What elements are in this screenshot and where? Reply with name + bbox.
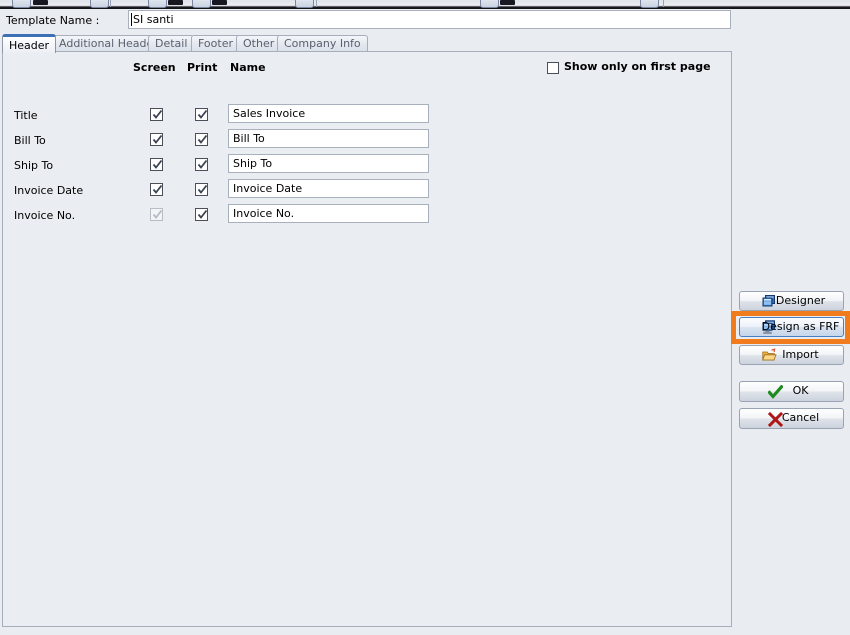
toolbar-separator bbox=[316, 0, 317, 7]
check-tick-icon bbox=[152, 208, 163, 221]
row-label-ship-to: Ship To bbox=[14, 159, 53, 172]
tab-footer[interactable]: Footer bbox=[191, 35, 240, 52]
show-only-first-page-label: Show only on first page bbox=[564, 60, 711, 73]
toolbar-separator bbox=[110, 0, 111, 7]
template-name-input[interactable] bbox=[128, 10, 731, 29]
check-tick-icon bbox=[152, 133, 163, 146]
toolbar-separator bbox=[663, 0, 664, 7]
name-input-ship-to[interactable] bbox=[228, 154, 429, 173]
check-tick-icon bbox=[152, 108, 163, 121]
toolbar-icon[interactable] bbox=[480, 0, 499, 8]
text-caret bbox=[131, 13, 132, 26]
column-header-print: Print bbox=[187, 61, 217, 74]
print-checkbox-invoice-no[interactable] bbox=[195, 208, 208, 221]
toolbar-icon[interactable] bbox=[12, 0, 31, 8]
table-row: Invoice Date bbox=[0, 179, 730, 204]
screen-checkbox-invoice-no bbox=[150, 208, 163, 221]
print-checkbox-invoice-date[interactable] bbox=[195, 183, 208, 196]
design-as-frf-button-label: Design as FRF bbox=[740, 318, 845, 336]
screen-checkbox-title[interactable] bbox=[150, 108, 163, 121]
template-name-label: Template Name : bbox=[6, 14, 99, 27]
toolbar-icon[interactable] bbox=[90, 0, 109, 8]
designer-button[interactable]: Designer bbox=[739, 291, 844, 311]
import-button-label: Import bbox=[740, 346, 845, 364]
row-label-title: Title bbox=[14, 109, 38, 122]
name-input-title[interactable] bbox=[228, 104, 429, 123]
toolbar-icon-shadow bbox=[168, 0, 183, 5]
designer-button-label: Designer bbox=[740, 292, 845, 310]
screen-checkbox-bill-to[interactable] bbox=[150, 133, 163, 146]
template-name-row: Template Name : bbox=[0, 9, 850, 32]
toolbar-icon[interactable] bbox=[148, 0, 167, 8]
print-checkbox-ship-to[interactable] bbox=[195, 158, 208, 171]
tab-header[interactable]: Header bbox=[2, 34, 56, 53]
tab-detail[interactable]: Detail bbox=[148, 35, 194, 52]
screen-checkbox-invoice-date[interactable] bbox=[150, 183, 163, 196]
table-row: Bill To bbox=[0, 129, 730, 154]
row-label-invoice-date: Invoice Date bbox=[14, 184, 83, 197]
cancel-button[interactable]: Cancel bbox=[739, 408, 844, 429]
check-tick-icon bbox=[152, 183, 163, 196]
check-tick-icon bbox=[152, 158, 163, 171]
tab-strip: Header Additional Header Detail Footer O… bbox=[2, 34, 734, 52]
name-input-bill-to[interactable] bbox=[228, 129, 429, 148]
row-label-invoice-no: Invoice No. bbox=[14, 209, 75, 222]
ok-button-label: OK bbox=[740, 382, 845, 400]
check-tick-icon bbox=[197, 108, 208, 121]
row-label-bill-to: Bill To bbox=[14, 134, 46, 147]
import-button[interactable]: Import bbox=[739, 345, 844, 365]
toolbar-icon[interactable] bbox=[295, 0, 314, 8]
check-tick-icon bbox=[197, 158, 208, 171]
table-row: Title bbox=[0, 104, 730, 129]
toolbar-icon-shadow bbox=[33, 0, 48, 5]
table-row: Ship To bbox=[0, 154, 730, 179]
column-header-name: Name bbox=[230, 61, 266, 74]
cropped-toolbar bbox=[0, 0, 850, 9]
toolbar-icon[interactable] bbox=[640, 0, 659, 8]
show-only-first-page-checkbox[interactable] bbox=[547, 62, 559, 74]
tab-other[interactable]: Other bbox=[236, 35, 281, 52]
cancel-button-label: Cancel bbox=[740, 409, 845, 427]
check-tick-icon bbox=[197, 183, 208, 196]
table-row: Invoice No. bbox=[0, 204, 730, 229]
name-input-invoice-no[interactable] bbox=[228, 204, 429, 223]
name-input-invoice-date[interactable] bbox=[228, 179, 429, 198]
toolbar-icon-shadow bbox=[500, 0, 515, 5]
design-as-frf-button[interactable]: Design as FRF bbox=[739, 317, 844, 337]
screen-checkbox-ship-to[interactable] bbox=[150, 158, 163, 171]
tab-company-info[interactable]: Company Info bbox=[277, 35, 368, 52]
print-checkbox-bill-to[interactable] bbox=[195, 133, 208, 146]
check-tick-icon bbox=[197, 208, 208, 221]
column-header-screen: Screen bbox=[133, 61, 176, 74]
check-tick-icon bbox=[197, 133, 208, 146]
print-checkbox-title[interactable] bbox=[195, 108, 208, 121]
ok-button[interactable]: OK bbox=[739, 381, 844, 402]
toolbar-icon[interactable] bbox=[192, 0, 211, 8]
toolbar-icon-shadow bbox=[212, 0, 227, 5]
